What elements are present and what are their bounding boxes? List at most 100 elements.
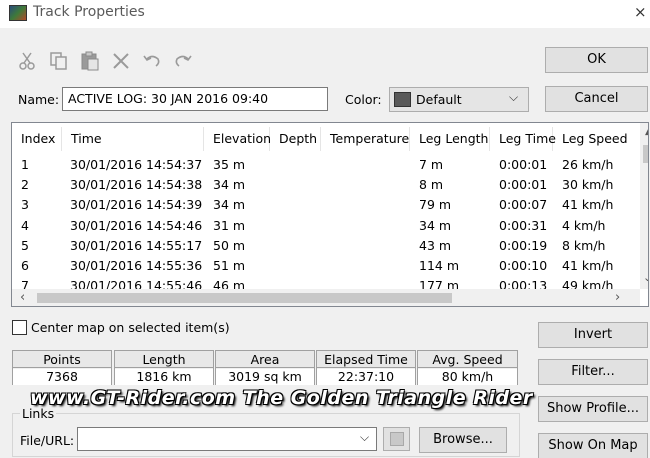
table-cell[interactable]: 1 (21, 155, 29, 175)
color-swatch (394, 92, 411, 107)
table-cell[interactable]: 6 (21, 256, 29, 276)
chevron-down-icon[interactable]: ⌵ (360, 430, 369, 445)
table-cell[interactable]: 30/01/2016 14:55:36 (70, 256, 202, 276)
window-title: Track Properties (33, 4, 145, 20)
name-label: Name: (18, 92, 60, 107)
table-cell[interactable]: 4 km/h (562, 216, 605, 236)
show-profile-button[interactable]: Show Profile... (538, 396, 648, 422)
table-cell[interactable]: 0:00:01 (499, 175, 547, 195)
table-cell[interactable]: 30/01/2016 14:54:46 (70, 216, 202, 236)
stat-label: Area (216, 351, 314, 368)
stat-label: Points (13, 351, 111, 368)
col-header-depth[interactable]: Depth (270, 127, 321, 151)
stat-label: Length (115, 351, 213, 368)
arrow-icon (390, 432, 404, 446)
center-map-checkbox[interactable] (12, 320, 27, 335)
col-header-leg-length[interactable]: Leg Length (410, 127, 490, 151)
table-cell[interactable]: 34 m (419, 216, 451, 236)
table-cell[interactable]: 31 m (213, 216, 245, 236)
watermark-text: www.GT-Rider.com The Golden Triangle Rid… (30, 387, 533, 409)
color-value: Default (416, 92, 462, 107)
table-cell[interactable]: 5 (21, 236, 29, 256)
col-header-temperature[interactable]: Temperature (321, 127, 410, 151)
file-url-label: File/URL: (20, 433, 75, 448)
undo-icon[interactable] (141, 50, 163, 72)
table-cell[interactable]: 41 km/h (562, 195, 613, 215)
table-cell[interactable]: 50 m (213, 236, 245, 256)
copy-icon[interactable] (48, 50, 70, 72)
track-properties-dialog: Track Properties × OK Cancel Name: ACTIV… (0, 0, 650, 458)
invert-button[interactable]: Invert (538, 322, 648, 348)
cut-icon[interactable] (16, 50, 38, 72)
file-url-input[interactable]: ⌵ (77, 427, 377, 451)
stat-points: Points 7368 (12, 350, 112, 385)
col-header-leg-speed[interactable]: Leg Speed (553, 127, 640, 151)
filter-button[interactable]: Filter... (538, 359, 648, 385)
delete-icon[interactable] (110, 50, 132, 72)
table-cell[interactable]: 34 m (213, 195, 245, 215)
chevron-down-icon: ⌵ (509, 90, 519, 104)
horizontal-scrollbar[interactable]: ‹ › (12, 289, 640, 306)
show-on-map-button[interactable]: Show On Map (538, 433, 648, 458)
title-bar: Track Properties × (0, 0, 650, 28)
scroll-left-icon[interactable]: ‹ (20, 290, 25, 305)
table-cell[interactable]: 34 m (213, 175, 245, 195)
table-cell[interactable]: 7 m (419, 155, 443, 175)
table-cell[interactable]: 8 km/h (562, 236, 605, 256)
table-cell[interactable]: 79 m (419, 195, 451, 215)
close-icon[interactable]: × (634, 3, 647, 21)
scroll-thumb[interactable] (643, 145, 648, 163)
table-cell[interactable]: 0:00:10 (499, 256, 547, 276)
redo-icon[interactable] (172, 50, 194, 72)
table-cell[interactable]: 0:00:07 (499, 195, 547, 215)
table-cell[interactable]: 30/01/2016 14:54:38 (70, 175, 202, 195)
scroll-right-icon[interactable]: › (615, 290, 620, 305)
scroll-down-icon[interactable]: ⌄ (643, 271, 648, 284)
stat-value: 3019 sq km (216, 369, 314, 385)
hscroll-thumb[interactable] (37, 293, 452, 303)
color-label: Color: (345, 92, 382, 107)
center-map-label: Center map on selected item(s) (31, 320, 230, 335)
stat-label: Elapsed Time (317, 351, 415, 368)
table-cell[interactable]: 0:00:01 (499, 155, 547, 175)
browse-button[interactable]: Browse... (419, 427, 507, 453)
table-cell[interactable]: 4 (21, 216, 29, 236)
stat-avg-speed: Avg. Speed 80 km/h (417, 350, 518, 385)
table-cell[interactable]: 43 m (419, 236, 451, 256)
vertical-scrollbar[interactable]: ▲ ⌄ (640, 123, 648, 289)
table-cell[interactable]: 30 km/h (562, 175, 613, 195)
table-cell[interactable]: 35 m (213, 155, 245, 175)
col-header-leg-time[interactable]: Leg Time (490, 127, 556, 151)
stat-value: 80 km/h (418, 369, 517, 385)
app-icon (9, 5, 27, 21)
color-select[interactable]: Default ⌵ (389, 87, 529, 112)
name-input[interactable]: ACTIVE LOG: 30 JAN 2016 09:40 (62, 87, 328, 111)
table-cell[interactable]: 8 m (419, 175, 443, 195)
stat-elapsed-time: Elapsed Time 22:37:10 (316, 350, 416, 385)
table-cell[interactable]: 114 m (419, 256, 459, 276)
table-cell[interactable]: 30/01/2016 14:54:37 (70, 155, 202, 175)
col-header-index[interactable]: Index (12, 127, 62, 151)
ok-button[interactable]: OK (545, 47, 648, 73)
scroll-up-icon[interactable]: ▲ (645, 127, 648, 137)
col-header-elevation[interactable]: Elevation (204, 127, 271, 151)
table-cell[interactable]: 3 (21, 195, 29, 215)
open-link-button[interactable] (383, 427, 410, 451)
table-cell[interactable]: 0:00:19 (499, 236, 547, 256)
table-cell[interactable]: 26 km/h (562, 155, 613, 175)
table-cell[interactable]: 30/01/2016 14:55:17 (70, 236, 202, 256)
table-cell[interactable]: 51 m (213, 256, 245, 276)
paste-icon[interactable] (79, 50, 101, 72)
stat-value: 7368 (13, 369, 111, 385)
cancel-button[interactable]: Cancel (545, 86, 648, 112)
table-cell[interactable]: 30/01/2016 14:54:39 (70, 195, 202, 215)
track-points-table[interactable]: Index Time Elevation Depth Temperature L… (11, 122, 649, 307)
stat-label: Avg. Speed (418, 351, 517, 368)
col-header-time[interactable]: Time (62, 127, 204, 151)
table-cell[interactable]: 2 (21, 175, 29, 195)
table-cell[interactable]: 41 km/h (562, 256, 613, 276)
stat-value: 1816 km (115, 369, 213, 385)
table-cell[interactable]: 0:00:31 (499, 216, 547, 236)
stat-length: Length 1816 km (114, 350, 214, 385)
stat-area: Area 3019 sq km (215, 350, 315, 385)
